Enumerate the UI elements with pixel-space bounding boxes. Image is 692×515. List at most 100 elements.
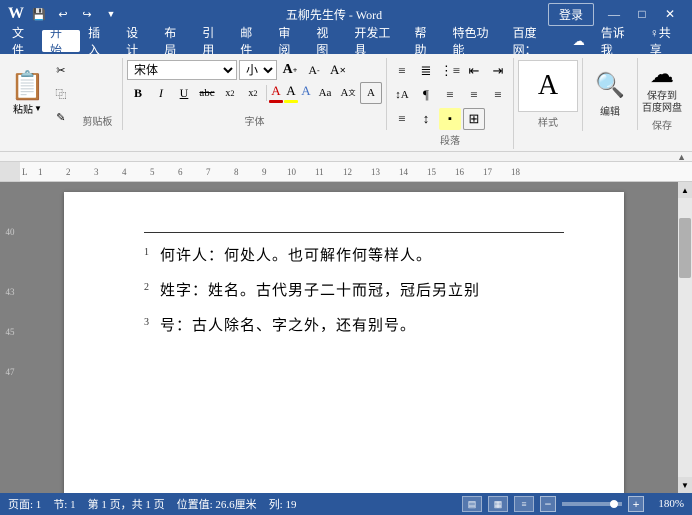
view-web-layout[interactable]: ▦	[488, 496, 508, 512]
menu-file[interactable]: 文件	[4, 30, 42, 52]
clipboard-label: 剪贴板	[77, 111, 118, 128]
menu-insert[interactable]: 插入	[80, 30, 118, 52]
redo-icon[interactable]: ↪	[78, 5, 96, 23]
save-baidu-button[interactable]: ☁ 保存到 百度网盘	[642, 60, 682, 115]
menu-view[interactable]: 视图	[308, 30, 346, 52]
borders-button[interactable]: ⊞	[463, 108, 485, 130]
para-text-1[interactable]: 何许人：何处人。也可解作何等样人。	[160, 243, 432, 270]
edit-icon-wrap[interactable]: 🔍 编辑	[587, 60, 633, 128]
edit-button[interactable]: 🔍 编辑	[587, 68, 633, 120]
align-right-button[interactable]: ≡	[487, 84, 509, 106]
menu-cloud[interactable]: ☁	[565, 30, 593, 52]
menu-layout[interactable]: 布局	[156, 30, 194, 52]
line-spacing-button[interactable]: ↕	[415, 108, 437, 130]
numbering-button[interactable]: ≣	[415, 60, 437, 82]
login-button[interactable]: 登录	[548, 3, 594, 26]
clear-format-button[interactable]: A✕	[327, 59, 349, 81]
font-case-button[interactable]: Aa	[314, 82, 336, 104]
bullets-button[interactable]: ≡	[391, 60, 413, 82]
style-a-icon: A	[538, 70, 558, 102]
font-color-wrap[interactable]: A	[269, 83, 283, 103]
scroll-track[interactable]	[678, 198, 692, 477]
superscript-button[interactable]: x2	[242, 82, 264, 104]
phonetic-guide-button[interactable]: A文	[337, 82, 359, 104]
italic-button[interactable]: I	[150, 82, 172, 104]
menu-developer[interactable]: 开发工具	[346, 30, 406, 52]
style-display[interactable]: A	[518, 60, 578, 112]
multilevel-button[interactable]: ⋮≡	[439, 60, 461, 82]
style-group: A 样式	[514, 58, 583, 131]
paragraph-2: 2 姓字：姓名。古代男子二十而冠，冠后另立别	[144, 278, 564, 305]
scroll-thumb[interactable]	[679, 218, 691, 278]
font-size-select[interactable]: 小五 五号 小四 四号	[239, 60, 277, 80]
paste-button[interactable]: 📋 粘贴 ▼	[10, 60, 45, 128]
customize-icon[interactable]: ▼	[102, 5, 120, 23]
paste-dropdown-arrow[interactable]: ▼	[34, 104, 42, 113]
ribbon-content: 📋 粘贴 ▼ ✂ ⿻ ✎ 剪贴板	[6, 58, 686, 149]
format-painter-button[interactable]: ✎	[47, 108, 75, 126]
zoom-slider[interactable]	[562, 502, 622, 506]
font-row1: 宋体 黑体 楷体 小五 五号 小四 四号 A+ A- A✕	[127, 60, 382, 80]
document-page[interactable]: 1 何许人：何处人。也可解作何等样人。 2 姓字：姓名。古代男子二十而冠，冠后另…	[64, 192, 624, 493]
copy-button[interactable]: ⿻	[47, 85, 75, 103]
style-label: 样式	[518, 112, 578, 129]
menu-mail[interactable]: 邮件	[232, 30, 270, 52]
menu-features[interactable]: 特色功能	[445, 30, 505, 52]
menu-home[interactable]: 开始	[42, 30, 80, 52]
show-marks-button[interactable]: ¶	[415, 84, 437, 106]
view-read-mode[interactable]: ≡	[514, 496, 534, 512]
scroll-down-button[interactable]: ▼	[678, 477, 692, 493]
collapse-icon: ▲	[677, 152, 686, 162]
margin-num-43: 43	[6, 282, 15, 302]
undo-icon[interactable]: ↩	[54, 5, 72, 23]
font-grow-button[interactable]: A+	[279, 59, 301, 81]
increase-indent-button[interactable]: ⇥	[487, 60, 509, 82]
paragraph-3: 3 号：古人除名、字之外，还有别号。	[144, 313, 564, 340]
shading-button[interactable]: ▪	[439, 108, 461, 130]
save-quick-icon[interactable]: 💾	[30, 5, 48, 23]
para-text-2[interactable]: 姓字：姓名。古代男子二十而冠，冠后另立别	[160, 278, 480, 305]
edit-search-icon: 🔍	[595, 71, 625, 100]
margin-num-45: 45	[6, 322, 15, 342]
highlight-wrap[interactable]: A	[284, 83, 298, 103]
char-border-button[interactable]: A	[360, 82, 382, 104]
save-baidu-label: 保存到 百度网盘	[642, 91, 682, 115]
sort-button[interactable]: ↕A	[391, 84, 413, 106]
underline-button[interactable]: U	[173, 82, 195, 104]
save-cloud-icon: ☁	[650, 60, 674, 89]
zoom-out-button[interactable]: −	[540, 496, 556, 512]
ribbon-collapse[interactable]: ▲	[0, 152, 692, 162]
scroll-up-button[interactable]: ▲	[678, 182, 692, 198]
document-area: 40 43 45 47 1 何许人：何处人。也可解作何等样人。 2 姓字：姓名。…	[0, 182, 692, 493]
right-scrollbar[interactable]: ▲ ▼	[678, 182, 692, 493]
justify-button[interactable]: ≡	[391, 108, 413, 130]
svg-text:13: 13	[371, 167, 381, 177]
margin-num-40: 40	[6, 222, 15, 242]
menu-share[interactable]: ♀共享	[642, 30, 688, 52]
menu-help[interactable]: 帮助	[407, 30, 445, 52]
menu-references[interactable]: 引用	[194, 30, 232, 52]
menu-design[interactable]: 设计	[118, 30, 156, 52]
para-text-3[interactable]: 号：古人除名、字之外，还有别号。	[160, 313, 416, 340]
view-print-layout[interactable]: ▤	[462, 496, 482, 512]
cut-button[interactable]: ✂	[47, 62, 75, 80]
highlight-dot	[284, 100, 298, 103]
text-effect-wrap[interactable]: A	[299, 83, 313, 103]
align-center-button[interactable]: ≡	[463, 84, 485, 106]
status-column: 列: 19	[269, 496, 297, 512]
menu-baidu[interactable]: 百度网：	[505, 30, 565, 52]
font-shrink-button[interactable]: A-	[303, 59, 325, 81]
strikethrough-button[interactable]: abc	[196, 82, 218, 104]
zoom-in-button[interactable]: +	[628, 496, 644, 512]
align-left-button[interactable]: ≡	[439, 84, 461, 106]
style-preview[interactable]: A	[518, 60, 578, 112]
subscript-button[interactable]: x2	[219, 82, 241, 104]
menu-search[interactable]: 告诉我	[593, 30, 642, 52]
status-section: 节: 1	[53, 496, 75, 512]
svg-text:1: 1	[38, 167, 43, 177]
menu-review[interactable]: 审阅	[270, 30, 308, 52]
svg-text:17: 17	[483, 167, 493, 177]
decrease-indent-button[interactable]: ⇤	[463, 60, 485, 82]
font-family-select[interactable]: 宋体 黑体 楷体	[127, 60, 237, 80]
bold-button[interactable]: B	[127, 82, 149, 104]
